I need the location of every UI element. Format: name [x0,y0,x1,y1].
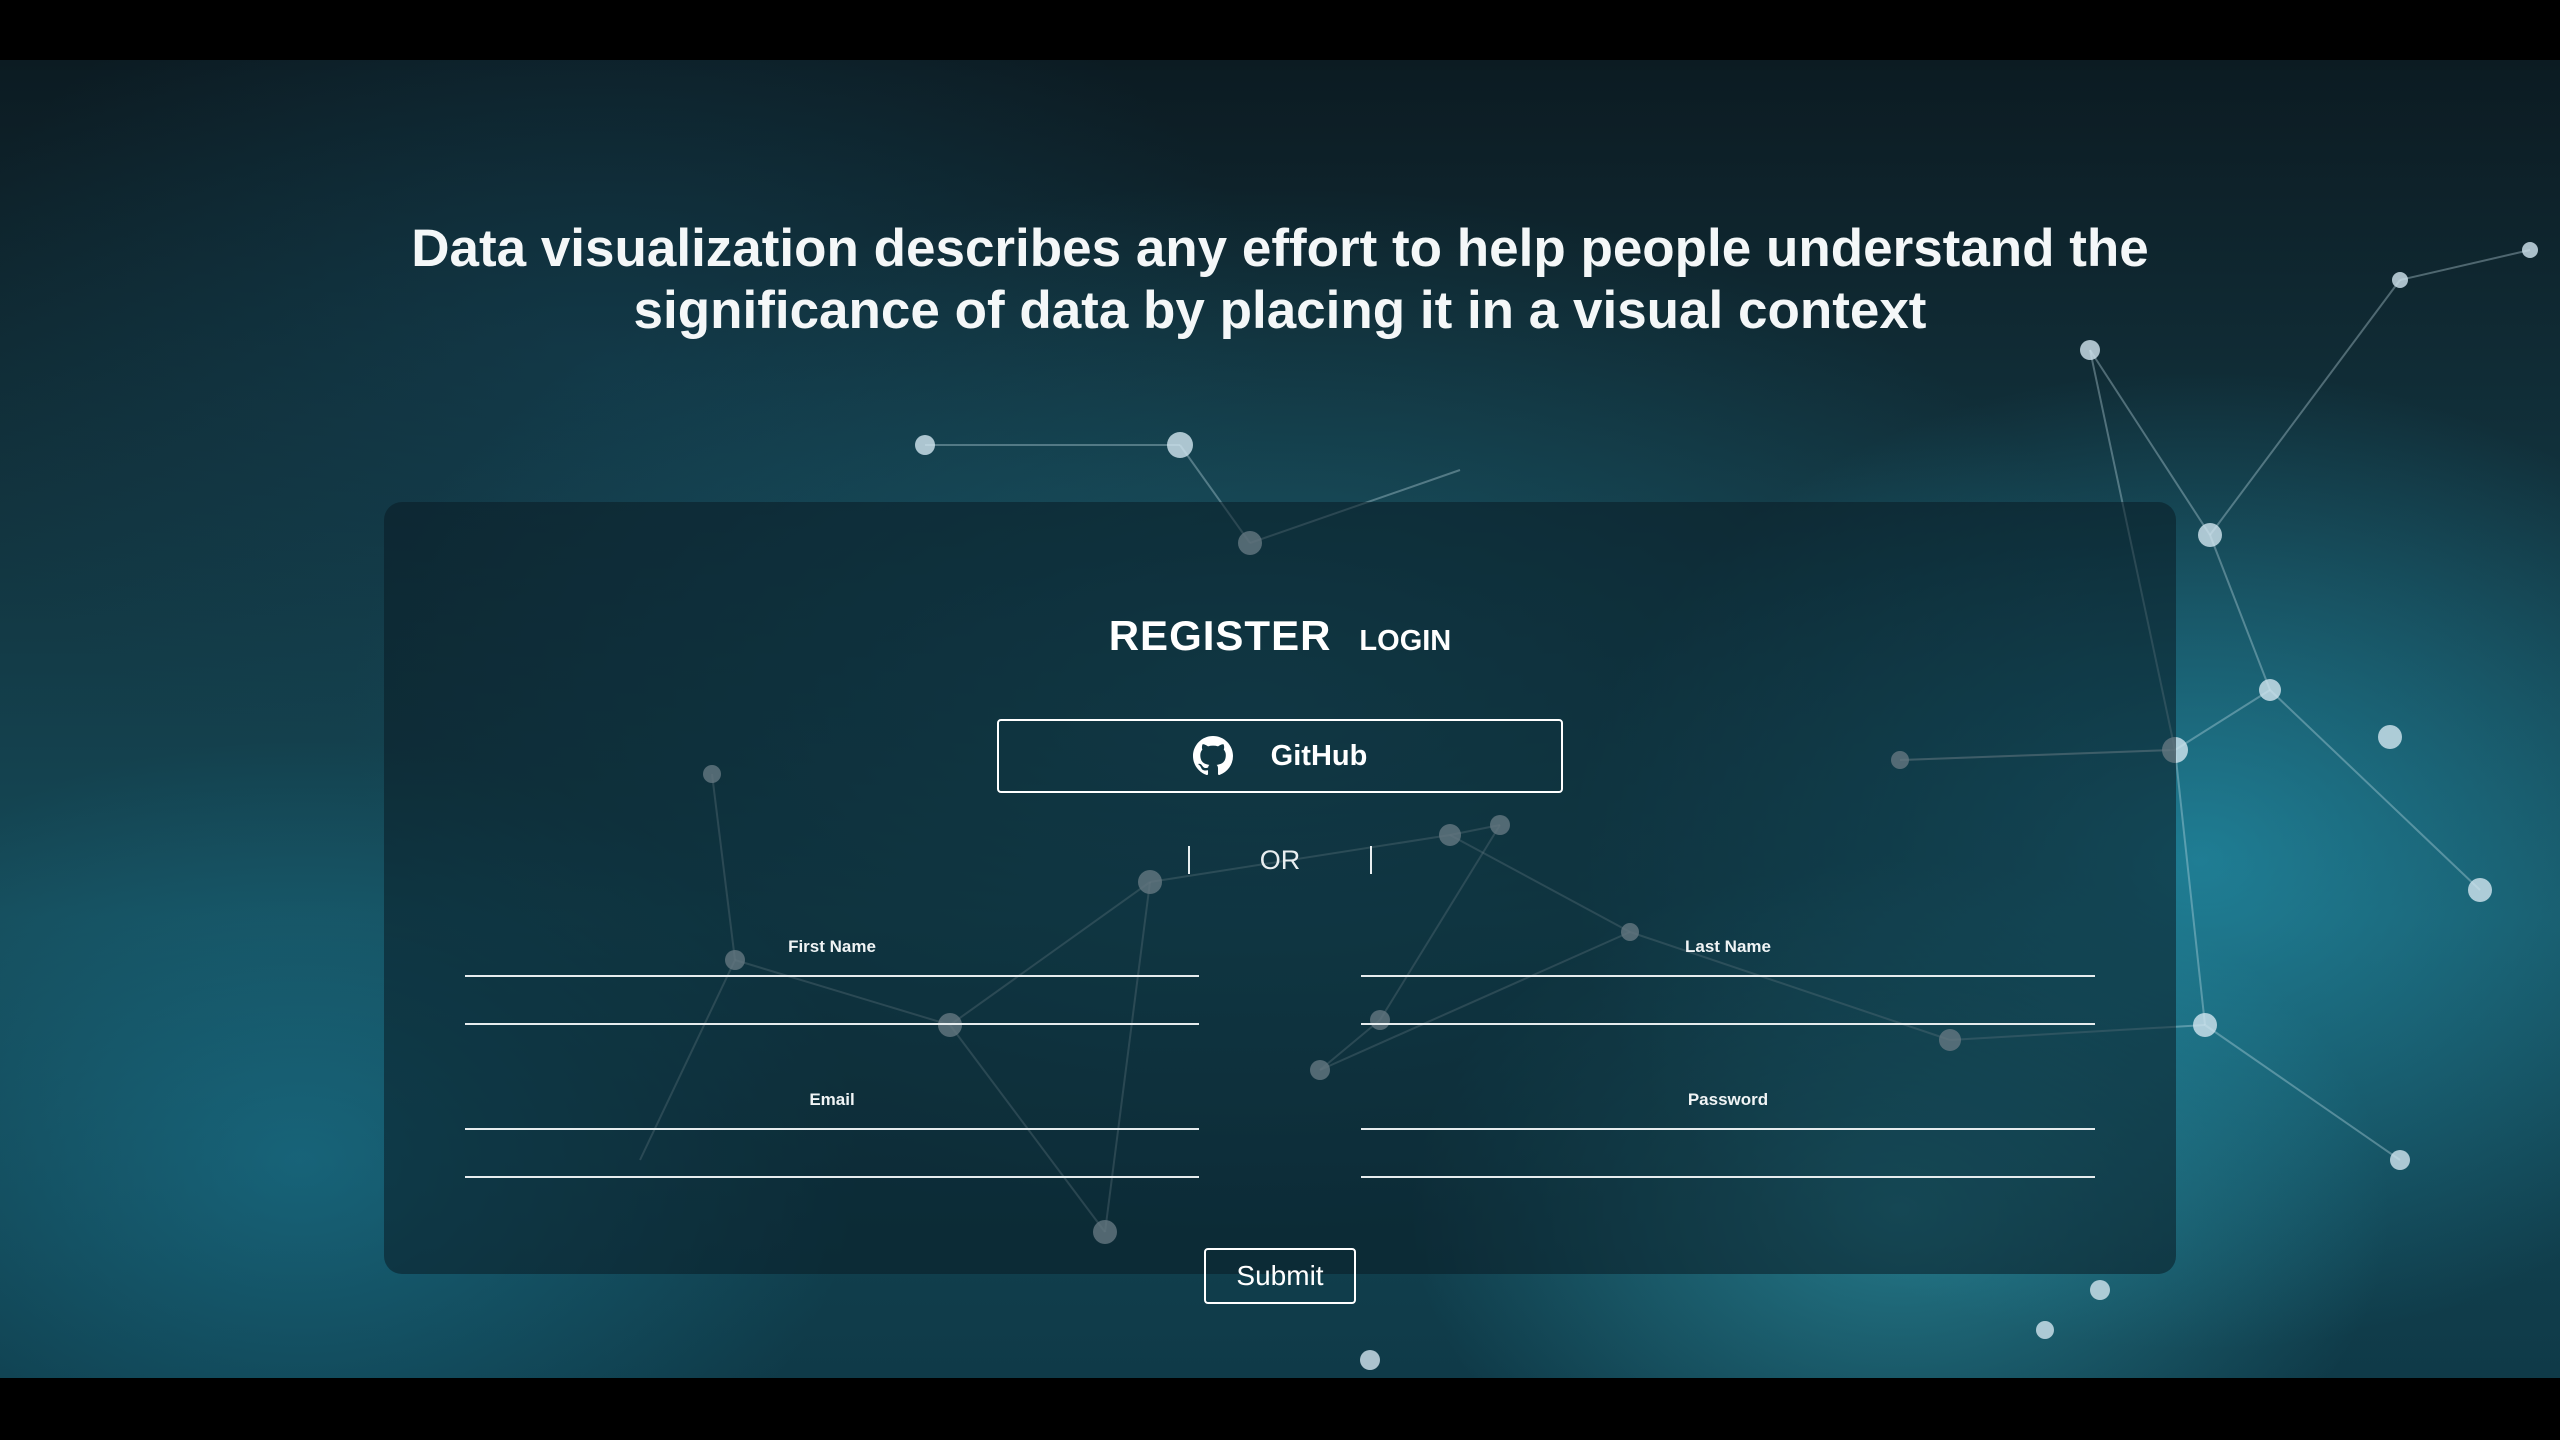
github-icon [1192,736,1233,776]
tab-login[interactable]: LOGIN [1359,625,1451,658]
email-input[interactable] [465,1130,1199,1178]
letterbox-top [0,0,2560,60]
github-label: GitHub [1270,739,1368,772]
or-divider: OR [384,845,2176,875]
last-name-input[interactable] [1361,977,2095,1025]
page-headline: Data visualization describes any effort … [411,219,2149,340]
first-name-label: First Name [788,937,876,956]
last-name-label: Last Name [1685,937,1771,956]
password-label: Password [1687,1090,1769,1109]
auth-tabs: REGISTER LOGIN [384,612,2176,660]
first-name-input[interactable] [465,977,1199,1025]
auth-panel: REGISTER LOGIN GitHub OR First Name Last… [384,502,2176,1304]
divider-bar-right [1370,846,1372,874]
letterbox-bottom [0,1378,2560,1440]
tab-register[interactable]: REGISTER [1109,612,1332,660]
page-background: Data visualization describes any effort … [0,60,2560,1378]
submit-button[interactable]: Submit [1204,1248,1356,1304]
or-text: OR [1259,844,1301,875]
github-login-button[interactable]: GitHub [997,719,1563,793]
email-label: Email [809,1090,855,1109]
password-input[interactable] [1361,1130,2095,1178]
